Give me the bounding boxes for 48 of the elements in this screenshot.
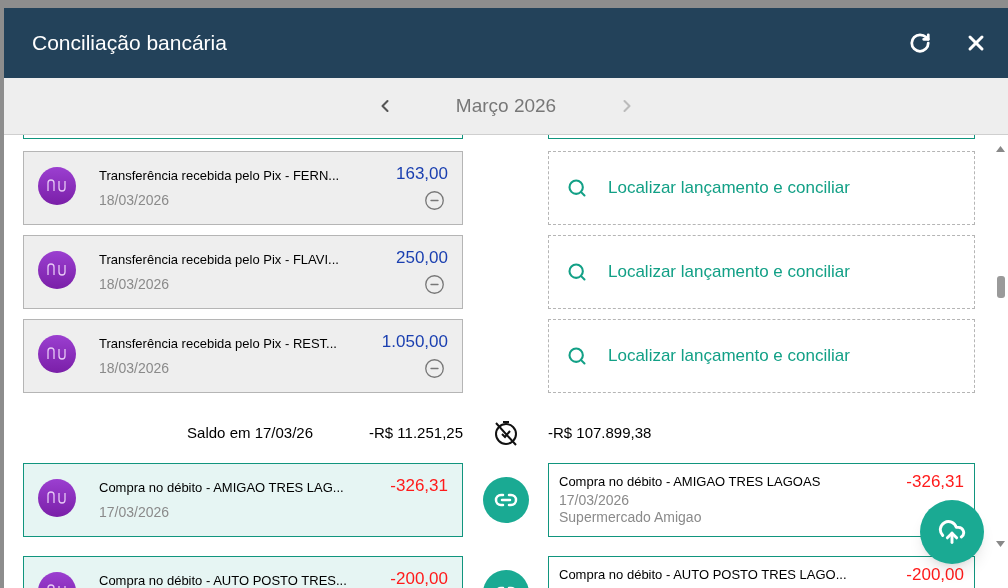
bank-balance: -R$ 11.251,25 (369, 422, 463, 443)
remove-icon[interactable] (424, 190, 445, 211)
ledger-entry-card[interactable]: Compra no débito - AUTO POSTO TRES LAGO... -200,00 (548, 556, 975, 588)
find-entry-label: Localizar lançamento e conciliar (608, 177, 850, 200)
remove-icon[interactable] (424, 274, 445, 295)
entry-description: Compra no débito - AUTO POSTO TRES LAGO... (559, 566, 848, 584)
find-entry-label: Localizar lançamento e conciliar (608, 261, 850, 284)
entry-description: Transferência recebida pelo Pix - FLAVI... (99, 251, 340, 269)
cloud-upload-icon (938, 518, 966, 546)
entry-date: 18/03/2026 (99, 274, 171, 294)
bank-entry-card[interactable]: Compra no débito - AMIGAO TRES LAG... 17/03/2026 -326,31 (23, 463, 463, 537)
bank-entry-card[interactable]: Transferência recebida pelo Pix - REST... 18/03/2026 1.050,00 (23, 319, 463, 393)
entry-description: Transferência recebida pelo Pix - REST... (99, 335, 338, 353)
link-button[interactable] (482, 477, 529, 523)
entry-date: 17/03/2026 (559, 491, 631, 509)
bank-entry-card[interactable]: Compra no débito - AUTO POSTO TRES... -200,00 (23, 556, 463, 588)
bank-logo-icon (38, 479, 76, 517)
search-icon (567, 178, 587, 198)
bank-logo-icon (38, 335, 76, 373)
entry-amount: 163,00 (396, 164, 448, 184)
entry-date: 17/03/2026 (99, 502, 171, 522)
entry-party: Supermercado Amigao (559, 508, 703, 526)
entry-amount: -326,31 (390, 476, 448, 496)
balance-label: Saldo em 17/03/26 (187, 422, 314, 443)
entry-amount: -326,31 (906, 472, 964, 492)
bank-entry-card[interactable]: Transferência recebida pelo Pix - FLAVI... 18/03/2026 250,00 (23, 235, 463, 309)
book-balance: -R$ 107.899,38 (548, 422, 652, 443)
search-icon (567, 346, 587, 366)
bank-logo-icon (38, 251, 76, 289)
bank-entry-card[interactable]: Transferência recebida pelo Pix - FERN... 18/03/2026 163,00 (23, 151, 463, 225)
entry-amount: -200,00 (906, 565, 964, 585)
entry-description: Transferência recebida pelo Pix - FERN... (99, 167, 341, 185)
entry-amount: 250,00 (396, 248, 448, 268)
dialog-title: Conciliação bancária (32, 30, 228, 57)
entry-description: Compra no débito - AUTO POSTO TRES... (99, 572, 348, 588)
find-entry-label: Localizar lançamento e conciliar (608, 345, 850, 368)
remove-icon[interactable] (424, 358, 445, 379)
refresh-icon (909, 32, 931, 54)
search-icon (567, 262, 587, 282)
ledger-entry-card[interactable]: Compra no débito - AMIGAO TRES LAGOAS 17/03/2026 Supermercado Amigao -326,31 (548, 463, 975, 537)
entry-date: 18/03/2026 (99, 358, 171, 378)
bank-logo-icon (38, 167, 76, 205)
entry-description: Compra no débito - AMIGAO TRES LAGOAS (559, 473, 822, 491)
entry-date: 18/03/2026 (99, 190, 171, 210)
entry-amount: 1.050,00 (381, 332, 448, 352)
entry-amount: -200,00 (390, 569, 448, 588)
entry-description: Compra no débito - AMIGAO TRES LAG... (99, 479, 345, 497)
month-label: Março 2026 (455, 93, 557, 118)
